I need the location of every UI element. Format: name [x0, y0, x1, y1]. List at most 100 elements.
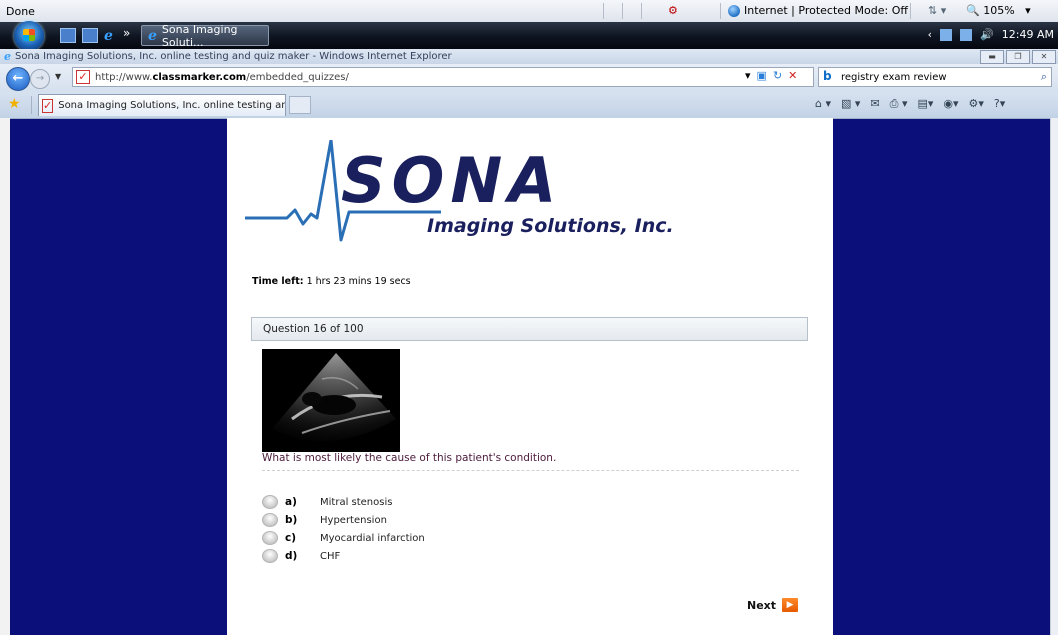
- volume-icon[interactable]: 🔊: [980, 28, 994, 41]
- url-domain: classmarker.com: [152, 71, 247, 83]
- url-field[interactable]: ✓ http://www. classmarker.com/embedded_qu…: [72, 67, 814, 87]
- echocardiogram-image: [262, 349, 400, 452]
- command-bar: ⌂ ▾ ▧ ▾ ✉ ⎙ ▾ ▤▾ ◉▾ ⚙▾ ?▾: [815, 97, 1005, 111]
- internet-explorer-icon: e: [4, 50, 11, 63]
- answer-option-b[interactable]: b) Hypertension: [262, 512, 387, 528]
- search-query: registry exam review: [841, 71, 947, 83]
- vertical-scrollbar[interactable]: [1050, 118, 1058, 635]
- tray-expand-icon[interactable]: ‹: [928, 28, 932, 41]
- window-title-bar: e Sona Imaging Solutions, Inc. online te…: [0, 49, 1058, 64]
- next-button[interactable]: Next ▶: [747, 598, 799, 612]
- tools-gear-icon[interactable]: ⚙▾: [969, 97, 984, 111]
- answer-option-a[interactable]: a) Mitral stenosis: [262, 494, 392, 510]
- taskbar: e » e Sona Imaging Soluti... ‹ 🔊 12:49 A…: [0, 22, 1058, 49]
- home-icon[interactable]: ⌂ ▾: [815, 97, 831, 111]
- feeds-icon[interactable]: ▧ ▾: [841, 97, 860, 111]
- radio-button[interactable]: [262, 495, 278, 509]
- refresh-icon[interactable]: ↻: [773, 69, 782, 82]
- start-button[interactable]: [14, 21, 44, 51]
- internet-explorer-icon: e: [148, 27, 157, 44]
- address-tools: ▾ ▣ ↻ ✕: [745, 69, 797, 82]
- network-icon[interactable]: [940, 28, 953, 41]
- window-title: Sona Imaging Solutions, Inc. online test…: [15, 51, 452, 62]
- window-controls: ▬ ❐ ✕: [980, 50, 1056, 64]
- favorites-star-icon[interactable]: ★: [8, 96, 21, 112]
- popup-blocker-icon[interactable]: ⇅ ▾: [928, 4, 946, 17]
- system-tray: ‹ 🔊 12:49 AM: [928, 28, 1054, 41]
- new-tab-button[interactable]: [289, 96, 311, 114]
- classmarker-favicon: ✓: [42, 98, 54, 113]
- status-text: Done: [6, 4, 35, 18]
- option-letter: b): [285, 514, 298, 526]
- option-letter: a): [285, 496, 297, 508]
- time-left: Time left: 1 hrs 23 mins 19 secs: [252, 276, 411, 287]
- forward-button[interactable]: →: [30, 69, 50, 89]
- safety-menu-icon[interactable]: ◉▾: [943, 97, 958, 111]
- content-edge: [0, 118, 10, 635]
- show-desktop-icon[interactable]: [60, 28, 76, 43]
- option-letter: d): [285, 550, 298, 562]
- option-letter: c): [285, 532, 297, 544]
- zoom-control[interactable]: 🔍 105% ▾: [966, 4, 1031, 17]
- answer-option-c[interactable]: c) Myocardial infarction: [262, 530, 425, 546]
- tab-label: Sona Imaging Solutions, Inc. online test…: [58, 100, 285, 111]
- option-text[interactable]: Myocardial infarction: [320, 533, 425, 544]
- option-text[interactable]: Hypertension: [320, 515, 387, 526]
- help-icon[interactable]: ?▾: [994, 97, 1005, 111]
- internet-explorer-icon[interactable]: e: [104, 28, 113, 44]
- print-icon[interactable]: ⎙ ▾: [890, 97, 908, 111]
- option-text[interactable]: Mitral stenosis: [320, 497, 392, 508]
- clock[interactable]: 12:49 AM: [1002, 28, 1054, 41]
- compatibility-view-icon[interactable]: ▣: [757, 69, 767, 82]
- security-zone-label: Internet | Protected Mode: Off: [744, 4, 908, 17]
- switch-windows-icon[interactable]: [82, 28, 98, 43]
- stop-icon[interactable]: ✕: [788, 69, 797, 82]
- globe-icon: [728, 4, 740, 17]
- page-menu-icon[interactable]: ▤▾: [917, 97, 933, 111]
- radio-button[interactable]: [262, 549, 278, 563]
- zoom-icon: 🔍: [966, 4, 980, 17]
- question-header: Question 16 of 100: [251, 317, 808, 341]
- recent-pages-dropdown[interactable]: ▼: [55, 72, 61, 81]
- status-divider: [622, 3, 623, 19]
- answer-option-d[interactable]: d) CHF: [262, 548, 340, 564]
- radio-button[interactable]: [262, 531, 278, 545]
- status-divider: [603, 3, 604, 19]
- close-button[interactable]: ✕: [1032, 50, 1056, 64]
- taskbar-button-label: Sona Imaging Soluti...: [161, 22, 238, 49]
- next-label: Next: [747, 598, 777, 612]
- url-prefix: http://www.: [95, 71, 153, 83]
- status-bar: Done ⚙ Internet | Protected Mode: Off ⇅ …: [0, 0, 1058, 23]
- quick-launch: e: [60, 28, 113, 44]
- chevron-right-icon[interactable]: »: [123, 26, 130, 40]
- privacy-icon[interactable]: ⚙: [668, 4, 678, 17]
- security-zone[interactable]: Internet | Protected Mode: Off: [728, 4, 908, 17]
- radio-button[interactable]: [262, 513, 278, 527]
- tab-bar: ★ ✓ Sona Imaging Solutions, Inc. online …: [0, 92, 1058, 119]
- browser-tab[interactable]: ✓ Sona Imaging Solutions, Inc. online te…: [38, 94, 286, 116]
- search-icon[interactable]: ⌕: [1041, 70, 1047, 84]
- search-field[interactable]: b registry exam review ⌕: [818, 67, 1052, 87]
- address-bar: ← → ▼ ✓ http://www. classmarker.com/embed…: [0, 64, 1058, 92]
- option-text[interactable]: CHF: [320, 551, 340, 562]
- back-button[interactable]: ←: [6, 67, 30, 91]
- sync-icon[interactable]: [960, 28, 973, 41]
- logo-brand: SONA: [341, 144, 562, 217]
- quiz-page: SONA Imaging Solutions, Inc. Time left: …: [227, 118, 833, 635]
- divider: [31, 96, 32, 114]
- divider: [262, 470, 799, 471]
- status-divider: [720, 3, 721, 19]
- minimize-button[interactable]: ▬: [980, 50, 1004, 64]
- zoom-level: 105%: [983, 4, 1015, 17]
- classmarker-favicon: ✓: [76, 70, 90, 84]
- url-path: /embedded_quizzes/: [246, 71, 349, 83]
- time-left-value: 1 hrs 23 mins 19 secs: [306, 276, 411, 287]
- mail-icon[interactable]: ✉: [870, 97, 879, 111]
- question-number: Question 16 of 100: [263, 323, 364, 335]
- sona-logo: SONA Imaging Solutions, Inc.: [245, 140, 674, 242]
- taskbar-button-ie[interactable]: e Sona Imaging Soluti...: [141, 22, 269, 49]
- restore-button[interactable]: ❐: [1006, 50, 1030, 64]
- address-dropdown-icon[interactable]: ▾: [745, 69, 751, 82]
- logo-tagline: Imaging Solutions, Inc.: [427, 215, 674, 237]
- time-left-label: Time left:: [252, 276, 304, 287]
